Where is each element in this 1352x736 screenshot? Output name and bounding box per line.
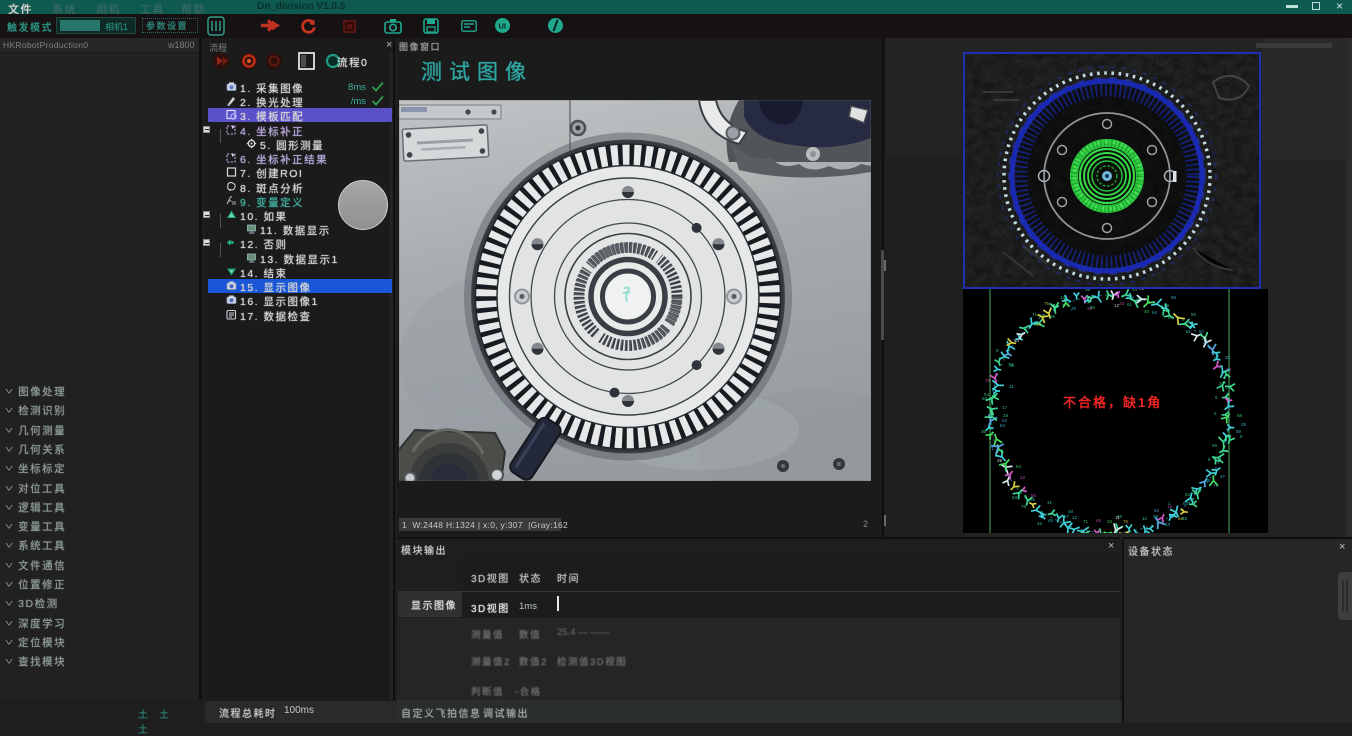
svg-text:64: 64: [1016, 464, 1022, 469]
svg-text:76: 76: [1044, 301, 1050, 306]
svg-text:16: 16: [1036, 322, 1042, 327]
svg-text:29: 29: [1003, 413, 1009, 418]
svg-text:50: 50: [1191, 312, 1197, 317]
svg-text:31: 31: [1047, 500, 1053, 505]
svg-text:28: 28: [1241, 422, 1247, 427]
svg-text:34: 34: [1107, 519, 1113, 524]
svg-text:61: 61: [1186, 329, 1192, 334]
svg-text:45: 45: [1048, 518, 1054, 523]
svg-text:69: 69: [1164, 303, 1170, 308]
svg-text:26: 26: [997, 458, 1003, 463]
svg-text:11: 11: [1115, 515, 1120, 520]
svg-text:54: 54: [984, 392, 990, 397]
svg-text:22: 22: [1020, 475, 1026, 480]
svg-text:62: 62: [1002, 418, 1008, 423]
svg-text:78: 78: [1021, 504, 1027, 509]
svg-text:71: 71: [1083, 519, 1089, 524]
svg-text:48: 48: [1182, 516, 1188, 521]
svg-text:37: 37: [1219, 381, 1225, 386]
svg-text:32: 32: [1037, 521, 1043, 526]
svg-text:71: 71: [1139, 289, 1145, 291]
svg-text:78: 78: [985, 378, 991, 383]
svg-text:63: 63: [1014, 338, 1020, 343]
svg-text:47: 47: [1220, 474, 1226, 479]
svg-text:71: 71: [989, 446, 995, 451]
svg-text:17: 17: [1002, 405, 1008, 410]
svg-text:31: 31: [1009, 384, 1015, 389]
svg-text:53: 53: [1012, 495, 1018, 500]
svg-text:39: 39: [1009, 363, 1015, 368]
svg-text:63: 63: [1183, 501, 1189, 506]
svg-text:57: 57: [1199, 329, 1205, 334]
svg-text:52: 52: [1154, 508, 1160, 513]
svg-text:39: 39: [1050, 314, 1056, 319]
svg-text:32: 32: [1225, 355, 1231, 360]
svg-text:36: 36: [1153, 514, 1159, 519]
svg-text:13: 13: [1167, 504, 1173, 509]
svg-text:63: 63: [1185, 492, 1191, 497]
svg-text:53: 53: [1132, 289, 1138, 292]
svg-text:71: 71: [1213, 483, 1219, 488]
svg-text:12: 12: [1072, 515, 1078, 520]
svg-text:22: 22: [1203, 340, 1209, 345]
svg-text:UI: UI: [499, 22, 507, 31]
svg-text:38: 38: [1085, 289, 1091, 292]
svg-text:45: 45: [1096, 518, 1102, 523]
svg-text:不合格，缺1角: 不合格，缺1角: [1063, 395, 1162, 410]
svg-text:23: 23: [1119, 301, 1125, 306]
svg-text:54: 54: [1000, 423, 1006, 428]
svg-text:71: 71: [1032, 312, 1038, 317]
svg-text:65: 65: [1171, 295, 1177, 300]
svg-text:61: 61: [1127, 302, 1133, 307]
svg-text:57: 57: [1064, 514, 1070, 519]
svg-text:38: 38: [1205, 478, 1211, 483]
svg-text:63: 63: [1165, 522, 1171, 527]
svg-text:12: 12: [1142, 516, 1148, 521]
svg-text:75: 75: [1123, 519, 1129, 524]
svg-text:40: 40: [1144, 309, 1150, 314]
svg-text:20: 20: [1071, 306, 1077, 311]
svg-text:56: 56: [1031, 493, 1037, 498]
svg-text:48: 48: [1068, 509, 1074, 514]
svg-text:69: 69: [1212, 443, 1218, 448]
svg-text:58: 58: [1237, 413, 1243, 418]
svg-text:55: 55: [1090, 305, 1096, 310]
svg-text:64: 64: [1152, 310, 1158, 315]
